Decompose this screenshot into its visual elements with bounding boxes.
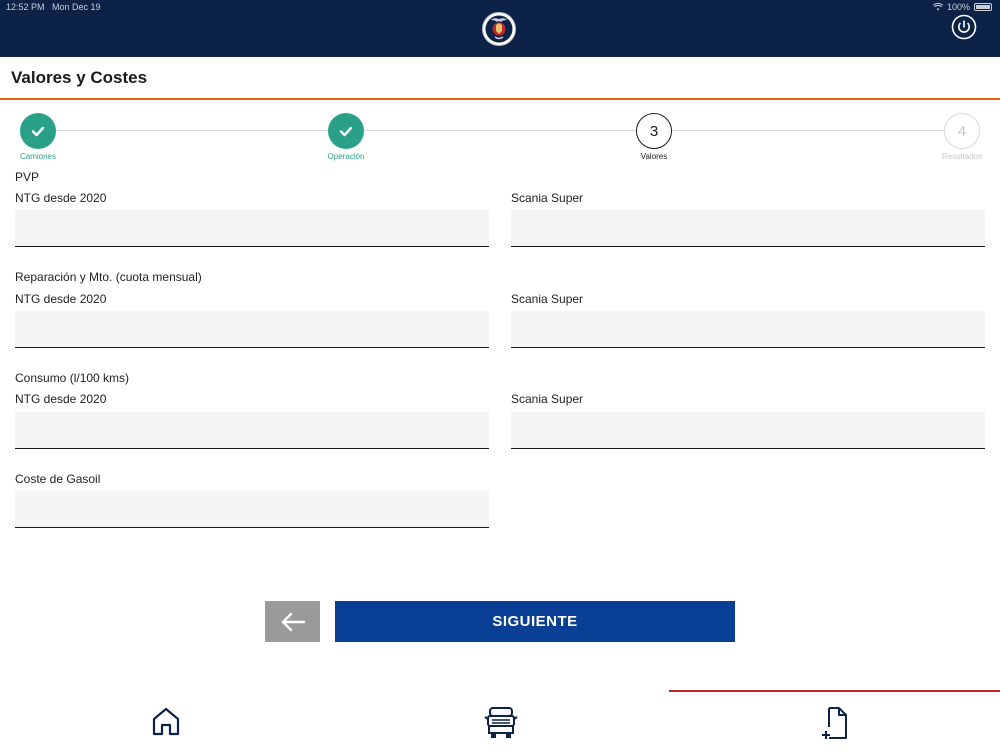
- pvp-ntg-input[interactable]: [15, 210, 489, 247]
- consumo-ntg-input[interactable]: [15, 412, 489, 449]
- top-header: 12:52 PM Mon Dec 19 100%: [0, 0, 1000, 57]
- check-icon: [31, 126, 45, 137]
- stepper-connector: [56, 130, 328, 131]
- reparacion-scania-input[interactable]: [511, 311, 985, 348]
- tab-selected-indicator: [669, 690, 1000, 692]
- step-valores[interactable]: 3: [636, 113, 672, 149]
- title-divider: [0, 98, 1000, 100]
- consumo-scania-input[interactable]: [511, 412, 985, 449]
- home-icon: [152, 707, 179, 736]
- tab-trucks[interactable]: [335, 700, 666, 750]
- reparacion-ntg-input[interactable]: [15, 311, 489, 348]
- check-icon: [339, 126, 353, 137]
- step-label-camiones: Camiones: [19, 152, 56, 161]
- step-operacion[interactable]: [328, 113, 364, 149]
- step-label-resultados: Resultados: [941, 152, 983, 161]
- stepper-connector: [672, 130, 944, 131]
- section-reparacion: Reparación y Mto. (cuota mensual): [15, 270, 202, 284]
- section-consumo: Consumo (l/100 kms): [15, 371, 130, 385]
- wifi-icon: [932, 3, 943, 11]
- pvp-ntg-label: NTG desde 2020: [15, 191, 107, 205]
- gasoil-label: Coste de Gasoil: [15, 472, 101, 486]
- arrow-left-icon: [281, 612, 305, 631]
- power-icon[interactable]: [951, 14, 977, 40]
- tab-home[interactable]: [0, 700, 331, 750]
- step-label-valores: Valores: [640, 152, 668, 161]
- status-date: Mon Dec 19: [52, 2, 101, 12]
- pvp-scania-input[interactable]: [511, 210, 985, 247]
- gasoil-input[interactable]: [15, 491, 489, 528]
- section-pvp: PVP: [15, 170, 40, 184]
- step-camiones[interactable]: [20, 113, 56, 149]
- tab-new-report[interactable]: [669, 700, 1000, 750]
- page-title: Valores y Costes: [11, 68, 148, 87]
- scania-griffin-logo-icon: [482, 12, 516, 46]
- stepper-connector: [364, 130, 636, 131]
- reparacion-scania-label: Scania Super: [511, 292, 584, 306]
- battery-percent: 100%: [946, 2, 970, 12]
- step-resultados[interactable]: 4: [944, 113, 980, 149]
- pvp-scania-label: Scania Super: [511, 191, 584, 205]
- status-right: 100%: [932, 2, 992, 12]
- siguiente-button[interactable]: SIGUIENTE: [335, 601, 735, 642]
- step-label-operacion: Operación: [327, 152, 365, 161]
- consumo-ntg-label: NTG desde 2020: [15, 392, 107, 406]
- status-time: 12:52 PM: [6, 2, 45, 12]
- consumo-scania-label: Scania Super: [511, 392, 584, 406]
- battery-icon: [974, 3, 992, 11]
- reparacion-ntg-label: NTG desde 2020: [15, 292, 107, 306]
- back-button[interactable]: [265, 601, 320, 642]
- new-document-icon: [821, 707, 847, 739]
- truck-front-icon: [483, 707, 518, 738]
